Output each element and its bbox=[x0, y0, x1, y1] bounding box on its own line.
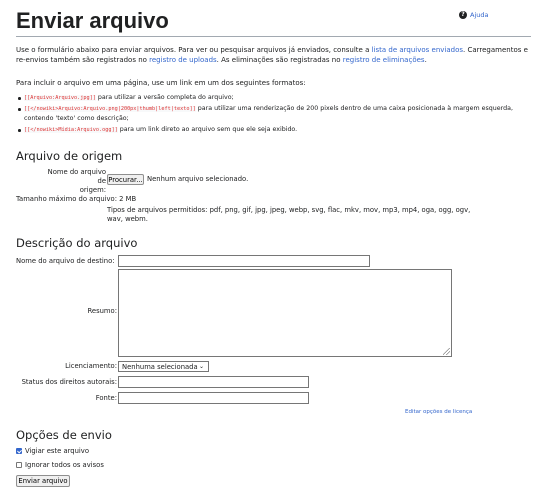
edit-license-options-link[interactable]: Editar opções de licença bbox=[405, 409, 472, 415]
ignore-warnings-label: Ignorar todos os avisos bbox=[25, 461, 104, 469]
list-item: [[</nowiki>Arquivo:Arquivo.png|200px|thu… bbox=[16, 104, 536, 124]
intro-paragraph: Use o formulário abaixo para enviar arqu… bbox=[16, 45, 536, 65]
browse-button[interactable]: Procurar... bbox=[107, 174, 144, 185]
page-title: Enviar arquivo bbox=[16, 8, 169, 33]
ignore-warnings-row[interactable]: Ignorar todos os avisos bbox=[16, 461, 104, 469]
format-text: para utilizar a versão completa do arqui… bbox=[95, 94, 234, 101]
title-divider bbox=[16, 36, 531, 37]
source-input[interactable] bbox=[118, 392, 309, 404]
allowed-file-types: Tipos de arquivos permitidos: pdf, png, … bbox=[107, 206, 527, 224]
watch-file-row[interactable]: Vigiar este arquivo bbox=[16, 447, 89, 455]
list-item: [[</nowiki>Mídia:Arquivo.ogg]] para um l… bbox=[16, 125, 536, 135]
upload-file-button[interactable]: Enviar arquivo bbox=[16, 475, 70, 487]
uploaded-files-list-link[interactable]: lista de arquivos enviados bbox=[372, 46, 463, 54]
copyright-status-input[interactable] bbox=[118, 376, 309, 388]
format-text: para um link direto ao arquivo sem que e… bbox=[117, 126, 298, 133]
resize-handle-icon[interactable] bbox=[443, 348, 450, 355]
upload-page: ? Ajuda Enviar arquivo Use o formulário … bbox=[0, 0, 547, 488]
ignore-warnings-checkbox[interactable] bbox=[16, 462, 22, 468]
description-heading: Descrição do arquivo bbox=[16, 236, 138, 250]
formats-list: [[Arquivo:Arquivo.jpg]] para utilizar a … bbox=[16, 93, 536, 136]
deletion-log-link[interactable]: registro de eliminações bbox=[343, 56, 425, 64]
help-icon: ? bbox=[459, 11, 467, 19]
format-code: [[</nowiki>Arquivo:Arquivo.png|200px|thu… bbox=[24, 106, 196, 112]
help-link[interactable]: ? Ajuda bbox=[459, 11, 488, 19]
format-code: [[Arquivo:Arquivo.jpg]] bbox=[24, 95, 96, 101]
destination-filename-input[interactable] bbox=[118, 255, 370, 267]
license-select[interactable]: Nenhuma selecionada ⌄ bbox=[118, 361, 209, 372]
copyright-status-label: Status dos direitos autorais: bbox=[21, 378, 117, 386]
format-code: [[</nowiki>Mídia:Arquivo.ogg]] bbox=[24, 127, 118, 133]
help-label: Ajuda bbox=[470, 11, 489, 19]
intro-text-4: . bbox=[424, 56, 427, 64]
allowed-types-line2: wav, webm. bbox=[107, 215, 148, 223]
watch-file-label: Vigiar este arquivo bbox=[25, 447, 89, 455]
allowed-types-line1: Tipos de arquivos permitidos: pdf, png, … bbox=[107, 206, 471, 214]
license-selected-value: Nenhuma selecionada bbox=[122, 363, 198, 371]
intro-text-3: . As eliminações são registradas no bbox=[216, 56, 343, 64]
max-file-size: Tamanho máximo do arquivo: 2 MB bbox=[16, 195, 137, 203]
watch-file-checkbox[interactable] bbox=[16, 448, 22, 454]
source-file-heading: Arquivo de origem bbox=[16, 149, 123, 163]
destination-filename-label: Nome do arquivo de destino: bbox=[16, 257, 115, 265]
no-file-selected: Nenhum arquivo selecionado. bbox=[147, 175, 249, 183]
summary-textarea[interactable] bbox=[118, 269, 452, 357]
source-label: Fonte: bbox=[95, 394, 117, 402]
intro-text-1: Use o formulário abaixo para enviar arqu… bbox=[16, 46, 372, 54]
formats-intro: Para incluir o arquivo em uma página, us… bbox=[16, 79, 306, 87]
list-item: [[Arquivo:Arquivo.jpg]] para utilizar a … bbox=[16, 93, 536, 103]
license-label: Licenciamento: bbox=[65, 362, 117, 370]
source-file-label-line1: Nome do arquivo de bbox=[47, 168, 106, 185]
upload-options-heading: Opções de envio bbox=[16, 428, 112, 442]
upload-log-link[interactable]: registro de uploads bbox=[149, 56, 217, 64]
chevron-down-icon: ⌄ bbox=[198, 363, 204, 370]
summary-label: Resumo: bbox=[87, 307, 117, 315]
source-file-label: Nome do arquivo de origem: bbox=[40, 168, 106, 195]
source-file-label-line2: origem: bbox=[79, 186, 106, 194]
